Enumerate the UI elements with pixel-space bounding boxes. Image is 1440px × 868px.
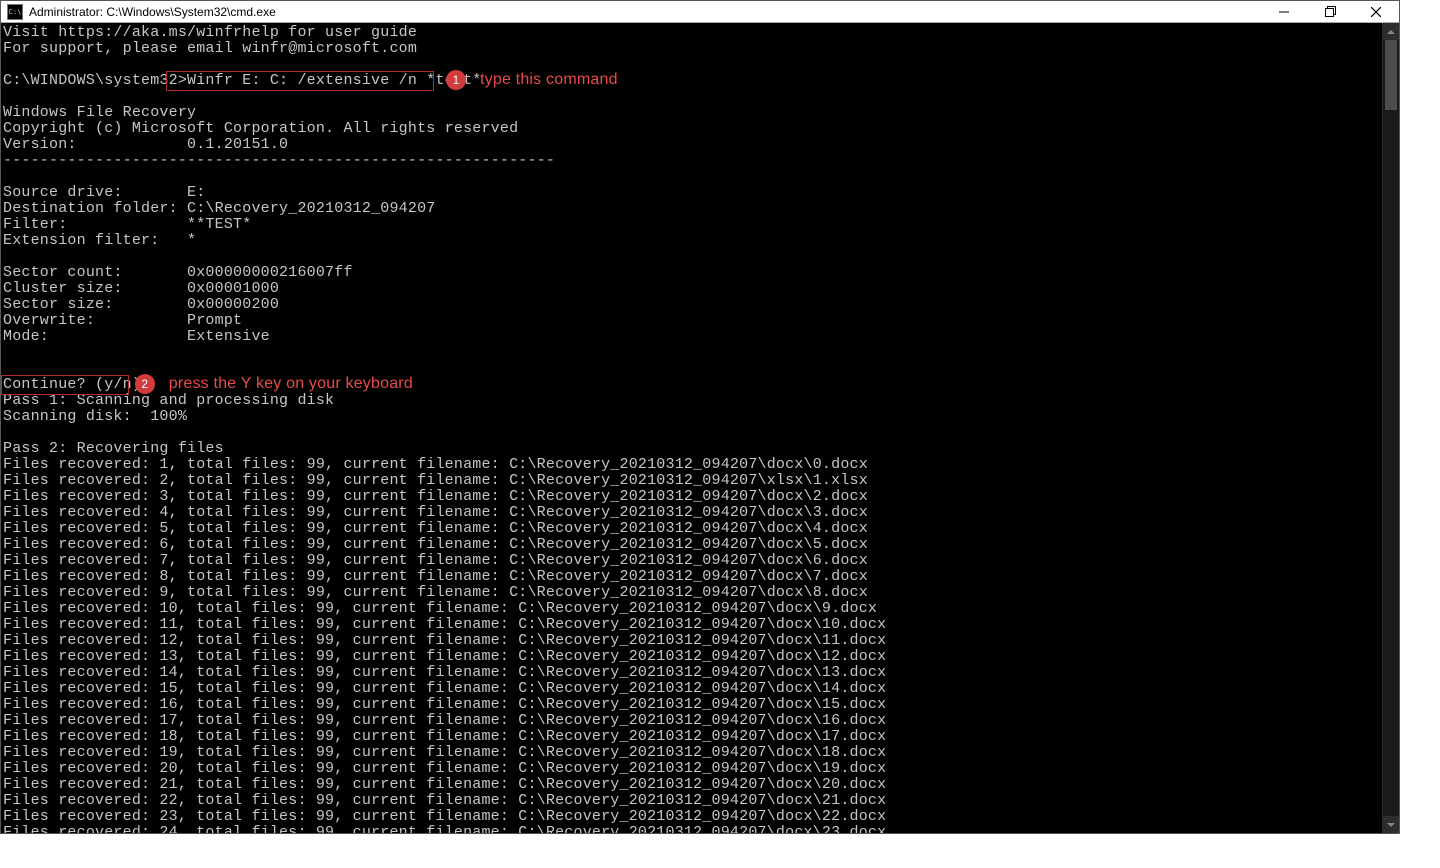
scroll-down-button[interactable] (1383, 816, 1399, 833)
arrow-down-icon (1387, 823, 1395, 827)
scroll-track[interactable] (1383, 40, 1399, 816)
close-button[interactable] (1353, 1, 1399, 23)
close-icon (1371, 7, 1381, 17)
cmd-window: C:\ Administrator: C:\Windows\System32\c… (0, 0, 1400, 834)
scrollbar[interactable] (1382, 23, 1399, 833)
cmd-icon: C:\ (7, 4, 23, 20)
callout-badge-2: 2 (135, 374, 155, 394)
minimize-icon (1279, 7, 1289, 17)
window-title: Administrator: C:\Windows\System32\cmd.e… (29, 5, 276, 19)
scroll-thumb[interactable] (1385, 40, 1397, 110)
terminal-output[interactable]: Visit https://aka.ms/winfrhelp for user … (1, 23, 1382, 833)
callout-badge-1: 1 (446, 70, 466, 90)
minimize-button[interactable] (1261, 1, 1307, 23)
restore-icon (1325, 6, 1336, 17)
arrow-up-icon (1387, 30, 1395, 34)
highlight-box-command (166, 71, 434, 91)
callout-text-1: type this command (480, 72, 618, 88)
callout-1: 1 type this command (446, 70, 618, 90)
callout-text-2: press the Y key on your keyboard (169, 376, 413, 392)
highlight-box-continue (1, 375, 129, 395)
callout-2: 2 press the Y key on your keyboard (135, 374, 413, 394)
maximize-button[interactable] (1307, 1, 1353, 23)
titlebar[interactable]: C:\ Administrator: C:\Windows\System32\c… (1, 1, 1399, 23)
scroll-up-button[interactable] (1383, 23, 1399, 40)
